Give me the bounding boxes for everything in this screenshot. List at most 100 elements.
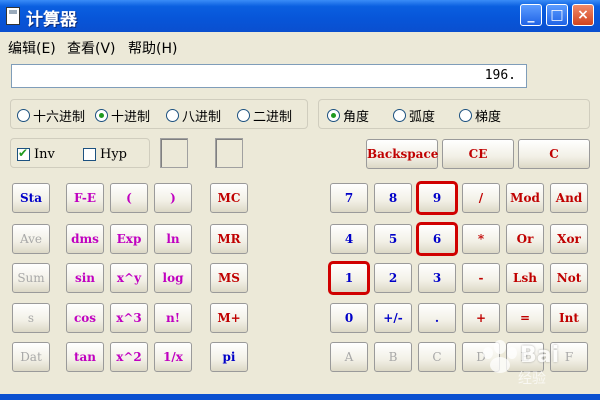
radio-hex[interactable]: 十六进制 xyxy=(17,106,85,125)
int-button[interactable]: Int xyxy=(550,303,588,333)
equals-button[interactable]: = xyxy=(506,303,544,333)
x-cube-button[interactable]: x^3 xyxy=(110,303,148,333)
or-button[interactable]: Or xyxy=(506,224,544,254)
backspace-button[interactable]: Backspace xyxy=(366,139,438,169)
close-button[interactable]: × xyxy=(572,4,594,26)
radio-label: 八进制 xyxy=(182,110,222,125)
hex-d-button[interactable]: D xyxy=(462,342,500,372)
checkbox-box-checked xyxy=(17,146,30,161)
menu-bar: 编辑(E) 查看(V) 帮助(H) xyxy=(0,36,600,58)
log-button[interactable]: log xyxy=(154,263,192,293)
memory-clear-button[interactable]: MC xyxy=(210,183,248,213)
x-pow-y-button[interactable]: x^y xyxy=(110,263,148,293)
radio-dec[interactable]: 十进制 xyxy=(95,106,150,125)
hex-f-button[interactable]: F xyxy=(550,342,588,372)
reciprocal-button[interactable]: 1/x xyxy=(154,342,192,372)
maximize-button[interactable]: □ xyxy=(546,4,568,26)
radio-bin[interactable]: 二进制 xyxy=(237,106,292,125)
exp-button[interactable]: Exp xyxy=(110,224,148,254)
multiply-button[interactable]: * xyxy=(462,224,500,254)
digit-8-button[interactable]: 8 xyxy=(374,183,412,213)
checkbox-label: Inv xyxy=(34,147,55,162)
not-button[interactable]: Not xyxy=(550,263,588,293)
digit-7-button[interactable]: 7 xyxy=(330,183,368,213)
x-square-button[interactable]: x^2 xyxy=(110,342,148,372)
minimize-button[interactable]: _ xyxy=(520,4,542,26)
angle-unit-group: 角度 弧度 梯度 xyxy=(318,99,590,129)
ln-button[interactable]: ln xyxy=(154,224,192,254)
cos-button[interactable]: cos xyxy=(66,303,104,333)
radio-degrees[interactable]: 角度 xyxy=(327,106,369,125)
menu-view[interactable]: 查看(V) xyxy=(67,38,116,58)
window-title: 计算器 xyxy=(26,10,77,30)
inv-checkbox[interactable]: Inv xyxy=(17,146,55,162)
negate-button[interactable]: +/- xyxy=(374,303,412,333)
radio-circle xyxy=(166,109,179,122)
menu-help[interactable]: 帮助(H) xyxy=(128,38,177,58)
checkbox-label: Hyp xyxy=(100,147,128,162)
number-base-group: 十六进制 十进制 八进制 二进制 xyxy=(10,99,308,129)
radio-label: 十六进制 xyxy=(33,110,86,125)
clear-entry-button[interactable]: CE xyxy=(442,139,514,169)
digit-4-button[interactable]: 4 xyxy=(330,224,368,254)
digit-0-button[interactable]: 0 xyxy=(330,303,368,333)
radio-label: 十进制 xyxy=(111,110,151,125)
radio-circle-selected xyxy=(327,109,340,122)
factorial-button[interactable]: n! xyxy=(154,303,192,333)
ave-button[interactable]: Ave xyxy=(12,224,50,254)
parenthesis-indicator xyxy=(160,138,188,168)
radio-label: 弧度 xyxy=(409,110,436,125)
result-display: 196. xyxy=(11,64,527,88)
radio-circle xyxy=(459,109,472,122)
hex-a-button[interactable]: A xyxy=(330,342,368,372)
radio-label: 角度 xyxy=(343,110,370,125)
digit-1-button[interactable]: 1 xyxy=(328,261,370,295)
fe-button[interactable]: F-E xyxy=(66,183,104,213)
lsh-button[interactable]: Lsh xyxy=(506,263,544,293)
title-bar: 计算器 _ □ × xyxy=(0,0,600,32)
menu-edit[interactable]: 编辑(E) xyxy=(8,38,56,58)
memory-recall-button[interactable]: MR xyxy=(210,224,248,254)
subtract-button[interactable]: - xyxy=(462,263,500,293)
and-button[interactable]: And xyxy=(550,183,588,213)
clear-button[interactable]: C xyxy=(518,139,590,169)
radio-oct[interactable]: 八进制 xyxy=(166,106,221,125)
hyp-checkbox[interactable]: Hyp xyxy=(83,147,127,162)
hex-c-button[interactable]: C xyxy=(418,342,456,372)
digit-3-button[interactable]: 3 xyxy=(418,263,456,293)
right-paren-button[interactable]: ) xyxy=(154,183,192,213)
window-bottom-border xyxy=(0,394,600,400)
digit-2-button[interactable]: 2 xyxy=(374,263,412,293)
mod-button[interactable]: Mod xyxy=(506,183,544,213)
memory-store-button[interactable]: MS xyxy=(210,263,248,293)
decimal-button[interactable]: . xyxy=(418,303,456,333)
calculator-icon xyxy=(6,7,20,25)
radio-circle xyxy=(393,109,406,122)
add-button[interactable]: + xyxy=(462,303,500,333)
hex-b-button[interactable]: B xyxy=(374,342,412,372)
inv-hyp-group: Inv Hyp xyxy=(10,138,150,168)
sum-button[interactable]: Sum xyxy=(12,263,50,293)
tan-button[interactable]: tan xyxy=(66,342,104,372)
memory-add-button[interactable]: M+ xyxy=(210,303,248,333)
digit-5-button[interactable]: 5 xyxy=(374,224,412,254)
divide-button[interactable]: / xyxy=(462,183,500,213)
radio-radians[interactable]: 弧度 xyxy=(393,106,435,125)
checkbox-box xyxy=(83,148,96,161)
dms-button[interactable]: dms xyxy=(66,224,104,254)
dat-button[interactable]: Dat xyxy=(12,342,50,372)
radio-circle xyxy=(17,109,30,122)
xor-button[interactable]: Xor xyxy=(550,224,588,254)
digit-6-button[interactable]: 6 xyxy=(416,222,458,256)
hex-e-button[interactable]: E xyxy=(506,342,544,372)
left-paren-button[interactable]: ( xyxy=(110,183,148,213)
sta-button[interactable]: Sta xyxy=(12,183,50,213)
digit-9-button[interactable]: 9 xyxy=(416,181,458,215)
radio-grads[interactable]: 梯度 xyxy=(459,106,501,125)
radio-label: 二进制 xyxy=(253,110,293,125)
s-button[interactable]: s xyxy=(12,303,50,333)
radio-label: 梯度 xyxy=(475,110,502,125)
pi-button[interactable]: pi xyxy=(210,342,248,372)
radio-circle-selected xyxy=(95,109,108,122)
sin-button[interactable]: sin xyxy=(66,263,104,293)
